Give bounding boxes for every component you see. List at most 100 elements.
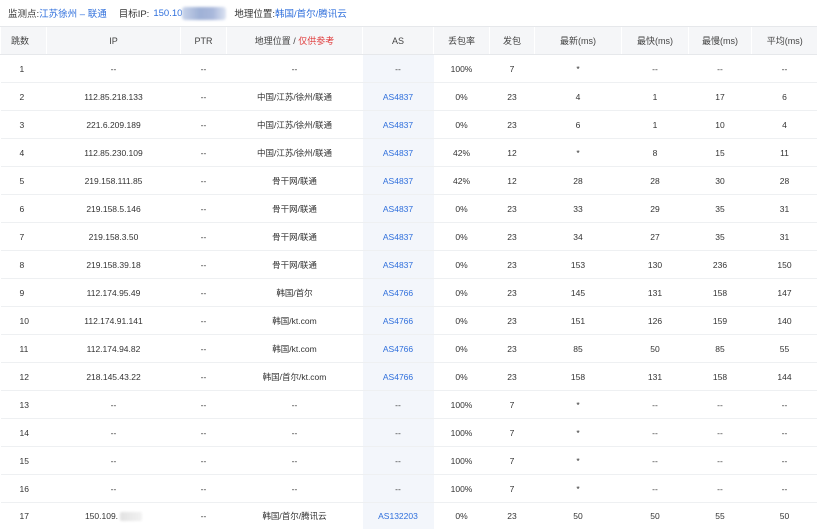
cell-latest: 33	[534, 194, 622, 223]
cell-loss: 0%	[433, 250, 490, 279]
table-row: 16 -- -- -- -- 100% 7 * -- -- --	[0, 474, 817, 503]
cell-ptr: --	[180, 390, 227, 419]
cell-ptr: --	[180, 502, 227, 529]
cell-hop: 9	[0, 278, 47, 307]
cell-ip: 219.158.39.18	[46, 250, 181, 279]
col-geo: 地理位置 / 仅供参考	[226, 26, 363, 55]
cell-as: AS4837	[362, 138, 434, 167]
cell-sent: 23	[489, 250, 535, 279]
cell-slowest: --	[688, 474, 752, 503]
cell-hop: 15	[0, 446, 47, 475]
cell-hop: 6	[0, 194, 47, 223]
cell-avg: 11	[751, 138, 817, 167]
cell-avg: 31	[751, 222, 817, 251]
cell-latest: 50	[534, 502, 622, 529]
cell-as: --	[362, 418, 434, 447]
as-number-link[interactable]: AS4837	[383, 232, 413, 242]
cell-loss: 100%	[433, 390, 490, 419]
cell-geo: 韩国/首尔/腾讯云	[226, 502, 363, 529]
as-number-link[interactable]: AS4837	[383, 120, 413, 130]
table-row: 2 112.85.218.133 -- 中国/江苏/徐州/联通 AS4837 0% 23 4 1…	[0, 82, 817, 111]
cell-as: AS4766	[362, 334, 434, 363]
cell-slowest: 159	[688, 306, 752, 335]
cell-fastest: --	[621, 54, 689, 83]
monitor-point-link[interactable]: 江苏徐州 – 联通	[39, 6, 107, 20]
cell-sent: 7	[489, 390, 535, 419]
cell-ip: 150.109.	[46, 502, 181, 529]
cell-slowest: 10	[688, 110, 752, 139]
cell-slowest: 55	[688, 502, 752, 529]
cell-ip: 218.145.43.22	[46, 362, 181, 391]
cell-as: AS4837	[362, 82, 434, 111]
cell-ptr: --	[180, 446, 227, 475]
as-number-link[interactable]: AS132203	[378, 511, 418, 521]
cell-fastest: --	[621, 390, 689, 419]
cell-latest: 34	[534, 222, 622, 251]
cell-as: AS4837	[362, 110, 434, 139]
cell-geo: --	[226, 446, 363, 475]
cell-avg: 31	[751, 194, 817, 223]
location-label: 地理位置:	[234, 9, 276, 20]
col-sent: 发包	[489, 26, 535, 55]
cell-geo: 韩国/kt.com	[226, 306, 363, 335]
cell-fastest: 50	[621, 334, 689, 363]
col-slowest: 最慢(ms)	[688, 26, 752, 55]
ip-text: 150.109.	[84, 510, 119, 521]
cell-ptr: --	[180, 306, 227, 335]
as-number-link[interactable]: AS4837	[383, 204, 413, 214]
cell-avg: 28	[751, 166, 817, 195]
cell-latest: 28	[534, 166, 622, 195]
cell-hop: 3	[0, 110, 47, 139]
cell-latest: *	[534, 54, 622, 83]
cell-as: AS132203	[362, 502, 434, 529]
as-number-link[interactable]: AS4837	[383, 92, 413, 102]
cell-avg: 150	[751, 250, 817, 279]
cell-slowest: --	[688, 446, 752, 475]
cell-geo: --	[226, 474, 363, 503]
cell-ptr: --	[180, 110, 227, 139]
cell-sent: 23	[489, 362, 535, 391]
cell-sent: 7	[489, 446, 535, 475]
cell-fastest: 1	[621, 110, 689, 139]
cell-ip: 219.158.111.85	[46, 166, 181, 195]
cell-latest: 158	[534, 362, 622, 391]
cell-geo: --	[226, 390, 363, 419]
as-number-link[interactable]: AS4766	[383, 344, 413, 354]
cell-ip: 112.174.94.82	[46, 334, 181, 363]
target-location-link[interactable]: 韩国/首尔/腾讯云	[275, 6, 347, 20]
cell-sent: 23	[489, 278, 535, 307]
cell-loss: 0%	[433, 334, 490, 363]
cell-avg: 140	[751, 306, 817, 335]
as-number-link[interactable]: AS4837	[383, 148, 413, 158]
cell-slowest: 17	[688, 82, 752, 111]
as-number-link[interactable]: AS4837	[383, 260, 413, 270]
redacted-ip-mask	[182, 6, 227, 20]
cell-avg: --	[751, 390, 817, 419]
cell-slowest: 158	[688, 362, 752, 391]
cell-sent: 23	[489, 82, 535, 111]
cell-as: AS4766	[362, 362, 434, 391]
cell-geo: 骨干网/联通	[226, 222, 363, 251]
as-number-link[interactable]: AS4766	[383, 316, 413, 326]
col-geo-reference-note: 仅供参考	[298, 36, 335, 46]
cell-geo: 骨干网/联通	[226, 166, 363, 195]
as-number-link[interactable]: AS4766	[383, 288, 413, 298]
as-number-link[interactable]: AS4766	[383, 372, 413, 382]
cell-latest: *	[534, 418, 622, 447]
cell-latest: *	[534, 474, 622, 503]
cell-slowest: 30	[688, 166, 752, 195]
monitor-label: 监测点:	[8, 9, 40, 20]
cell-ip: 221.6.209.189	[46, 110, 181, 139]
as-number-link[interactable]: AS4837	[383, 176, 413, 186]
cell-fastest: --	[621, 418, 689, 447]
table-row: 13 -- -- -- -- 100% 7 * -- -- --	[0, 390, 817, 419]
cell-as: AS4766	[362, 278, 434, 307]
cell-loss: 0%	[433, 278, 490, 307]
cell-as: --	[362, 54, 434, 83]
table-row: 17 150.109. -- 韩国/首尔/腾讯云 AS132203 0% 23 50 50 55 5…	[0, 502, 817, 529]
cell-ip: 112.174.95.49	[46, 278, 181, 307]
cell-geo: 中国/江苏/徐州/联通	[226, 110, 363, 139]
cell-fastest: 130	[621, 250, 689, 279]
cell-fastest: 126	[621, 306, 689, 335]
cell-loss: 100%	[433, 474, 490, 503]
